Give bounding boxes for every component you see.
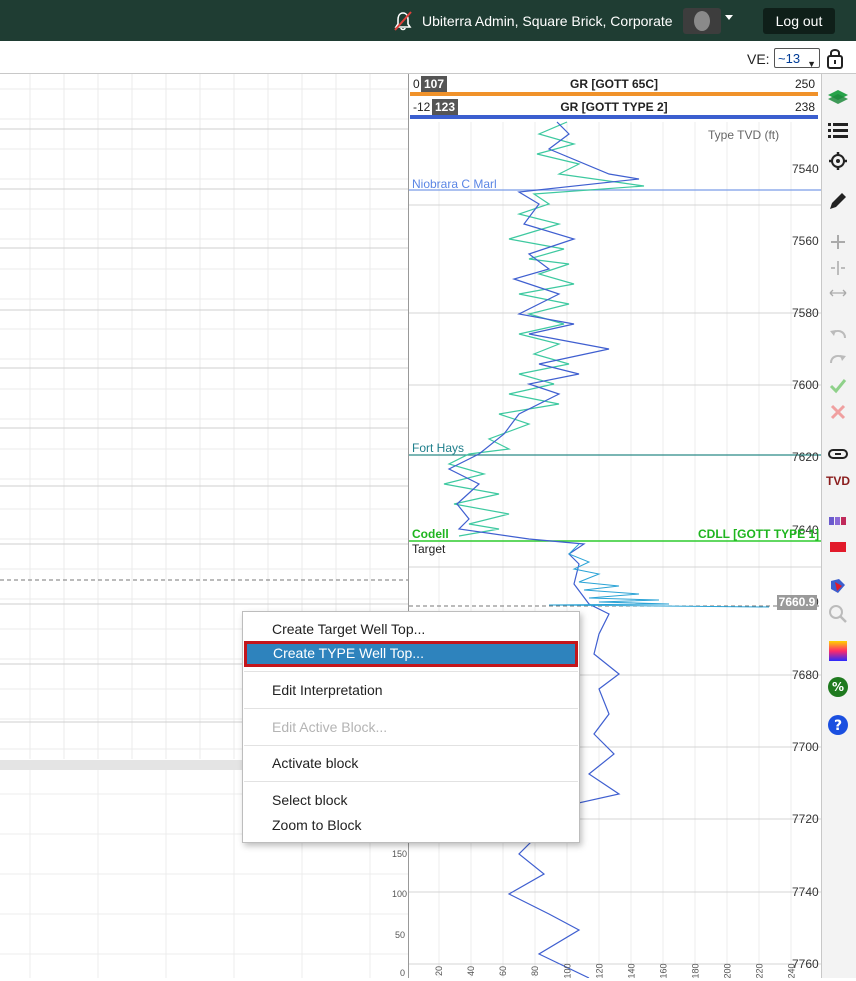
menu-divider — [244, 781, 578, 782]
track-header[interactable]: -12 123 GR [GOTT TYPE 2] 238 — [410, 98, 818, 119]
bottom-axis: 20 40 60 80 100 120 140 160 180 200 220 … — [408, 962, 820, 980]
depth-tick: 7540 — [792, 162, 819, 176]
view-toolbar: VE: ~13 ▼ — [0, 41, 856, 74]
ve-value: ~13 — [778, 51, 801, 66]
track-high: 250 — [794, 77, 815, 91]
lock-icon[interactable] — [826, 47, 844, 69]
depth-tick: 7600 — [792, 378, 819, 392]
tvd-icon[interactable]: TVD — [825, 471, 851, 491]
close-icon[interactable] — [825, 399, 851, 425]
bottom-tick: 220 — [754, 963, 765, 979]
track-color-bar — [410, 92, 818, 96]
track-name: GR [GOTT 65C] — [569, 77, 658, 91]
magnifier-icon[interactable] — [825, 601, 851, 627]
depth-tick: 7720 — [792, 812, 819, 826]
undo-icon[interactable] — [825, 323, 851, 349]
user-label[interactable]: Ubiterra Admin, Square Brick, Corporate — [422, 13, 673, 29]
track-color-bar — [410, 115, 818, 119]
menu-item-activate-block[interactable]: Activate block — [243, 751, 579, 775]
menu-item-create-target-well-top[interactable]: Create Target Well Top... — [243, 617, 579, 641]
ve-label: VE: — [747, 51, 770, 67]
pencil-icon[interactable] — [825, 188, 851, 214]
track-header[interactable]: 0 107 GR [GOTT 65C] 250 — [410, 75, 818, 96]
axis-title: Type TVD (ft) — [708, 128, 780, 142]
split-icon[interactable] — [825, 255, 851, 281]
chevron-down-icon[interactable] — [725, 15, 733, 20]
menu-item-select-block[interactable]: Select block — [243, 788, 579, 812]
menu-divider — [244, 708, 578, 709]
columns-icon[interactable] — [825, 508, 851, 534]
bottom-tick: 20 — [434, 965, 445, 977]
menu-item-edit-active-block[interactable]: Edit Active Block... — [243, 715, 579, 739]
svg-text:?: ? — [834, 718, 842, 734]
formation-top-label[interactable]: CDLL [GOTT TYPE 1] — [698, 527, 819, 541]
depth-tick: 7700 — [792, 740, 819, 754]
depth-tick: 7740 — [792, 885, 819, 899]
depth-tick: 7620 — [792, 450, 819, 464]
stretch-icon[interactable] — [825, 280, 851, 306]
bottom-tick: 100 — [562, 963, 573, 979]
fault-icon[interactable] — [825, 573, 851, 599]
layers-icon[interactable] — [825, 82, 851, 108]
list-icon[interactable] — [825, 118, 851, 144]
menu-item-edit-interpretation[interactable]: Edit Interpretation — [243, 678, 579, 702]
depth-marker[interactable]: 7660.9 — [777, 595, 817, 610]
depth-tick: 7580 — [792, 306, 819, 320]
formation-top-label[interactable]: Fort Hays — [412, 441, 464, 455]
help-icon[interactable]: ? — [825, 712, 851, 738]
left-tick: 50 — [395, 930, 406, 940]
menu-divider — [244, 671, 578, 672]
check-icon[interactable] — [825, 373, 851, 399]
track-high: 238 — [794, 100, 815, 114]
bottom-tick: 80 — [530, 965, 541, 977]
left-tick: 0 — [400, 968, 406, 978]
bottom-tick: 180 — [690, 963, 701, 979]
depth-tick: 7560 — [792, 234, 819, 248]
ve-select[interactable]: ~13 ▼ — [774, 48, 820, 69]
menu-item-create-type-well-top[interactable]: Create TYPE Well Top... — [244, 641, 578, 667]
bottom-tick: 40 — [466, 965, 477, 977]
plus-icon[interactable] — [825, 229, 851, 255]
gradient-icon[interactable] — [825, 638, 851, 664]
left-tick: 100 — [392, 889, 408, 899]
rectangle-icon[interactable] — [825, 534, 851, 560]
menu-divider — [244, 745, 578, 746]
svg-text:%: % — [832, 680, 844, 694]
track-name: GR [GOTT TYPE 2] — [560, 100, 668, 114]
bottom-tick: 160 — [658, 963, 669, 979]
bottom-tick: 200 — [722, 963, 733, 979]
notifications-off-icon[interactable] — [392, 10, 414, 32]
avatar[interactable] — [683, 8, 721, 34]
context-menu: Create Target Well Top... Create TYPE We… — [242, 611, 580, 843]
chevron-down-icon: ▼ — [807, 59, 816, 69]
depth-tick: 7680 — [792, 668, 819, 682]
bottom-tick: 240 — [786, 963, 797, 979]
left-tick: 150 — [392, 849, 408, 859]
redo-icon[interactable] — [825, 348, 851, 374]
formation-top-label[interactable]: Target — [412, 542, 445, 556]
bottom-tick: 120 — [594, 963, 605, 979]
link-icon[interactable] — [825, 441, 851, 467]
gear-icon[interactable] — [825, 148, 851, 174]
bottom-tick: 140 — [626, 963, 637, 979]
percent-icon[interactable]: % — [825, 674, 851, 700]
logout-button[interactable]: Log out — [763, 8, 835, 34]
app-header: Ubiterra Admin, Square Brick, Corporate … — [0, 0, 856, 41]
menu-item-zoom-to-block[interactable]: Zoom to Block — [243, 813, 579, 837]
formation-top-label[interactable]: Niobrara C Marl — [412, 177, 497, 191]
bottom-tick: 60 — [498, 965, 509, 977]
formation-top-label[interactable]: Codell — [412, 527, 449, 541]
